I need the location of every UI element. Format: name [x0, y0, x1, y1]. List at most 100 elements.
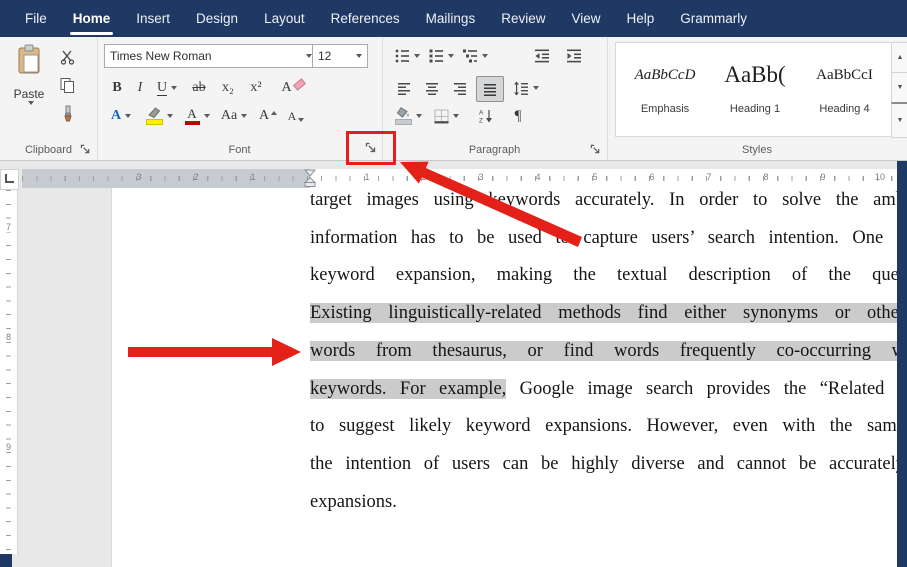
underline-button[interactable]: U — [152, 76, 182, 100]
styles-gallery-more-button[interactable]: ▼ — [891, 102, 907, 138]
styles-gallery: AaBbCcD Emphasis AaBb( Heading 1 AaBbCcI… — [615, 42, 892, 137]
increase-indent-button[interactable] — [562, 44, 586, 68]
tab-help[interactable]: Help — [614, 0, 668, 37]
ruler-number: 3 — [478, 172, 484, 182]
font-color-button[interactable]: A — [182, 104, 212, 128]
chevron-down-icon — [166, 114, 173, 118]
format-painter-button[interactable] — [55, 102, 79, 124]
shrink-font-button[interactable]: A — [284, 104, 308, 128]
shading-button[interactable] — [392, 104, 424, 128]
style-card-heading-4[interactable]: AaBbCcI Heading 4 — [802, 47, 887, 131]
chevron-down-icon — [482, 54, 488, 58]
style-name: Emphasis — [640, 103, 690, 115]
paste-button[interactable]: Paste — [6, 44, 52, 142]
styles-gallery-down-button[interactable]: ▼ — [891, 72, 907, 103]
align-right-button[interactable] — [448, 76, 472, 100]
align-center-button[interactable] — [420, 76, 444, 100]
font-dialog-launcher[interactable] — [364, 141, 378, 155]
chevron-down-icon — [171, 86, 178, 90]
text-effects-button[interactable]: A — [106, 104, 136, 128]
doc-line: keyword expansion, making the textual de… — [310, 257, 897, 295]
ruler-number: 7 — [0, 222, 17, 232]
decrease-indent-button[interactable] — [530, 44, 554, 68]
align-left-icon — [398, 82, 410, 95]
style-name: Heading 4 — [819, 103, 870, 115]
tab-review[interactable]: Review — [488, 0, 558, 37]
indent-marker[interactable] — [302, 169, 319, 188]
font-size-combobox[interactable]: 12 — [312, 44, 368, 68]
clear-formatting-button[interactable]: A — [280, 76, 306, 100]
doc-line: target images using keywords accurately.… — [310, 188, 897, 220]
svg-text:Z: Z — [479, 118, 483, 125]
styles-group-label: Styles — [742, 144, 772, 156]
sort-button[interactable]: A Z — [474, 104, 498, 128]
ruler-number: 4 — [535, 172, 541, 182]
bullets-button[interactable] — [392, 44, 422, 68]
cut-button[interactable] — [55, 46, 79, 68]
chevron-down-icon — [125, 114, 132, 118]
dialog-launcher-icon — [365, 142, 376, 153]
horizontal-ruler: 3 2 1 1 2 3 4 5 6 7 8 9 10 — [22, 169, 897, 188]
tab-stop-selector[interactable] — [0, 169, 19, 190]
subscript-button[interactable]: x₂ — [216, 76, 240, 100]
tab-view[interactable]: View — [558, 0, 613, 37]
tab-insert[interactable]: Insert — [123, 0, 183, 37]
doc-text: expansions. — [310, 491, 397, 512]
tab-references[interactable]: References — [318, 0, 413, 37]
paste-label: Paste — [13, 87, 45, 101]
borders-button[interactable] — [430, 104, 462, 128]
tab-mailings[interactable]: Mailings — [413, 0, 489, 37]
vertical-ruler: 7 8 9 — [0, 190, 18, 554]
ruler-number: 2 — [421, 172, 427, 182]
ruler-number: 2 — [193, 172, 199, 182]
ribbon-tab-bar: File Home Insert Design Layout Reference… — [0, 0, 907, 37]
doc-line: information has to be used to capture us… — [310, 220, 897, 258]
copy-button[interactable] — [55, 74, 79, 96]
strikethrough-button[interactable]: ab — [186, 76, 212, 100]
tab-home[interactable]: Home — [60, 0, 124, 37]
line-spacing-button[interactable] — [510, 76, 542, 100]
paragraph-dialog-launcher[interactable] — [588, 142, 602, 156]
tab-file[interactable]: File — [12, 0, 60, 37]
style-card-heading-1[interactable]: AaBb( Heading 1 — [712, 47, 798, 131]
tab-grammarly[interactable]: Grammarly — [667, 0, 760, 37]
doc-text: the intention of users can be highly div… — [310, 453, 897, 474]
grow-font-button[interactable]: A — [256, 104, 280, 128]
selected-text: keywords. For example, — [310, 378, 507, 399]
font-name-combobox[interactable]: Times New Roman — [104, 44, 318, 68]
text-highlight-button[interactable] — [142, 104, 176, 128]
selected-text: Existing linguistically-related methods … — [310, 303, 897, 324]
decrease-indent-icon — [535, 49, 549, 63]
numbering-button[interactable] — [426, 44, 456, 68]
tab-design[interactable]: Design — [183, 0, 251, 37]
document-page[interactable]: target images using keywords accurately.… — [112, 188, 897, 567]
ruler-number: 8 — [0, 332, 17, 342]
font-size-value: 12 — [318, 49, 332, 63]
multilevel-list-button[interactable] — [460, 44, 490, 68]
vertical-scrollbar[interactable] — [897, 160, 907, 567]
styles-gallery-up-button[interactable]: ▲ — [891, 42, 907, 73]
style-card-emphasis[interactable]: AaBbCcD Emphasis — [622, 47, 708, 131]
clipboard-group: Paste Clipboard — [0, 37, 98, 160]
doc-line: keywords. For example, Google image sear… — [310, 371, 897, 409]
change-case-button[interactable]: Aa — [218, 104, 250, 128]
bullets-icon — [395, 49, 409, 63]
show-paragraph-marks-button[interactable]: ¶ — [506, 104, 530, 128]
justify-icon — [484, 83, 496, 96]
doc-text: keyword expansion, making the textual de… — [310, 265, 897, 286]
style-sample: AaBb( — [724, 62, 786, 87]
clipboard-dialog-launcher[interactable] — [78, 142, 92, 156]
up-arrow-icon — [271, 110, 278, 115]
text-effects-icon: A — [110, 108, 122, 123]
italic-button[interactable]: I — [130, 76, 150, 100]
justify-button[interactable] — [476, 76, 504, 102]
paste-clipboard-icon — [16, 44, 42, 81]
doc-line: to suggest likely keyword expansions. Ho… — [310, 408, 897, 446]
selected-text: words from thesaurus, or find words freq… — [310, 340, 897, 361]
tab-layout[interactable]: Layout — [251, 0, 318, 37]
copy-icon — [60, 77, 74, 93]
align-left-button[interactable] — [392, 76, 416, 100]
superscript-button[interactable]: x² — [244, 76, 268, 100]
chevron-down-icon — [414, 54, 420, 58]
bold-button[interactable]: B — [106, 76, 128, 100]
